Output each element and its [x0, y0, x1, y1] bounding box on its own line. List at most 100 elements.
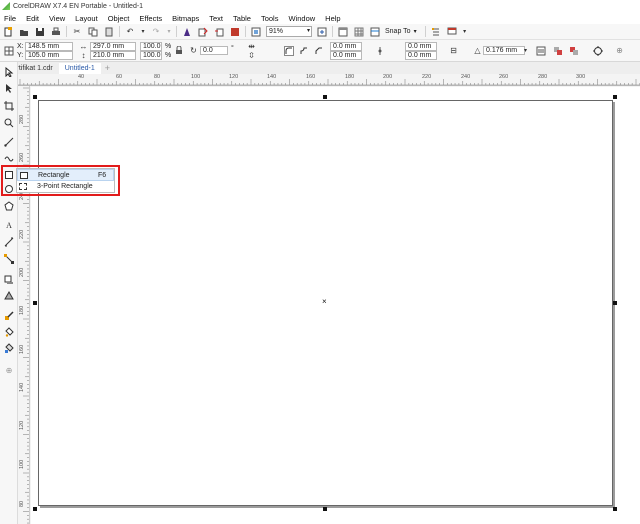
horizontal-ruler[interactable]: 40 60 80 100 120 140 160 180 200 220 240… — [18, 74, 640, 86]
connector-tool-icon[interactable] — [3, 253, 15, 265]
zoom-level-select[interactable]: 91% ▾ — [266, 26, 312, 37]
smart-fill-tool-icon[interactable] — [3, 342, 15, 354]
show-guidelines-icon[interactable] — [369, 26, 381, 38]
drop-shadow-tool-icon[interactable] — [3, 274, 15, 286]
mirror-vertical-icon[interactable]: ⇳ — [246, 50, 257, 61]
menu-effects[interactable]: Effects — [139, 14, 162, 23]
add-preset-icon[interactable]: ⊕ — [614, 45, 625, 56]
corner-link-icon[interactable] — [374, 45, 385, 56]
selection-center-marker[interactable]: × — [322, 298, 327, 306]
scale-width-field[interactable]: 100.0 — [140, 42, 162, 51]
to-front-icon[interactable] — [552, 45, 563, 56]
parallel-dimension-tool-icon[interactable] — [3, 236, 15, 248]
selection-handle-middle-left[interactable] — [33, 301, 37, 305]
full-screen-icon[interactable] — [316, 26, 328, 38]
menu-bitmaps[interactable]: Bitmaps — [172, 14, 199, 23]
selection-handle-top-left[interactable] — [33, 95, 37, 99]
freehand-tool-icon[interactable] — [3, 136, 15, 148]
corner-radius-bottom-left[interactable]: 0.0 mm — [330, 51, 362, 60]
selection-handle-top-center[interactable] — [323, 95, 327, 99]
lock-ratio-icon[interactable] — [173, 45, 184, 56]
zoom-level-value: 91% — [269, 28, 284, 35]
scale-height-field[interactable]: 100.0 — [140, 51, 162, 60]
outline-width-field[interactable]: 0.176 mm — [483, 46, 525, 55]
convert-to-curves-icon[interactable] — [592, 45, 603, 56]
paste-icon[interactable] — [103, 26, 115, 38]
corner-radius-top-right[interactable]: 0.0 mm — [405, 42, 437, 51]
transparency-tool-icon[interactable] — [3, 290, 15, 302]
to-back-icon[interactable] — [568, 45, 579, 56]
undo-icon[interactable]: ↶ — [124, 26, 136, 38]
pick-tool-icon[interactable] — [3, 66, 15, 78]
polygon-tool-icon[interactable] — [3, 200, 15, 212]
redo-icon[interactable]: ↷ — [150, 26, 162, 38]
scalloped-corner-icon[interactable] — [298, 45, 309, 56]
selection-handle-bottom-center[interactable] — [323, 507, 327, 511]
menu-tools[interactable]: Tools — [261, 14, 279, 23]
menu-object[interactable]: Object — [108, 14, 130, 23]
wrap-text-icon[interactable] — [535, 45, 546, 56]
search-content-icon[interactable] — [181, 26, 193, 38]
toolbar-separator — [245, 26, 246, 37]
window-title: CorelDRAW X7.4 EN Portable - Untitled-1 — [13, 2, 144, 10]
relative-corner-scaling-icon[interactable]: ⊟ — [448, 45, 459, 56]
width-field[interactable]: 297.0 mm — [90, 42, 136, 51]
redo-dropdown-icon[interactable]: ▾ — [166, 26, 172, 38]
crop-tool-icon[interactable] — [3, 100, 15, 112]
open-icon[interactable] — [18, 26, 30, 38]
add-tab-icon[interactable]: + — [101, 63, 114, 74]
shape-tool-icon[interactable] — [3, 82, 15, 94]
round-corner-icon[interactable] — [283, 45, 294, 56]
save-icon[interactable] — [34, 26, 46, 38]
publish-pdf-icon[interactable] — [229, 26, 241, 38]
selection-handle-bottom-right[interactable] — [613, 507, 617, 511]
undo-dropdown-icon[interactable]: ▾ — [140, 26, 146, 38]
selection-handle-middle-right[interactable] — [613, 301, 617, 305]
copy-icon[interactable] — [87, 26, 99, 38]
add-tool-icon[interactable]: ⊕ — [3, 364, 15, 376]
corner-radius-bottom-right[interactable]: 0.0 mm — [405, 51, 437, 60]
chevron-down-icon[interactable]: ▾ — [520, 45, 531, 56]
ruler-ticks — [23, 87, 29, 524]
menu-layout[interactable]: Layout — [75, 14, 98, 23]
x-position-field[interactable]: 148.5 mm — [25, 42, 73, 51]
x-position-label: X: — [17, 43, 24, 50]
zoom-tool-icon[interactable] — [3, 117, 15, 129]
chamfered-corner-icon[interactable] — [313, 45, 324, 56]
show-rulers-icon[interactable] — [337, 26, 349, 38]
application-launcher-icon[interactable] — [250, 26, 262, 38]
document-tabs: Sertifikat 1.cdr Untitled-1 + — [0, 62, 640, 74]
chevron-down-icon[interactable]: ▾ — [462, 26, 468, 38]
cut-icon[interactable]: ✂ — [71, 26, 83, 38]
rotation-field[interactable]: 0.0 — [200, 46, 228, 55]
selection-handle-bottom-left[interactable] — [33, 507, 37, 511]
print-icon[interactable] — [50, 26, 62, 38]
snap-to-dropdown[interactable]: Snap To ▾ — [385, 28, 417, 35]
page-size-icon[interactable] — [3, 45, 14, 56]
corner-radius-top-left[interactable]: 0.0 mm — [330, 42, 362, 51]
menu-window[interactable]: Window — [288, 14, 315, 23]
launch-dropdown-icon[interactable] — [446, 26, 458, 38]
selection-handle-top-right[interactable] — [613, 95, 617, 99]
vertical-ruler[interactable]: 280 260 240 220 200 180 160 140 120 100 … — [18, 86, 30, 524]
menu-table[interactable]: Table — [233, 14, 251, 23]
height-field[interactable]: 210.0 mm — [90, 51, 136, 60]
new-document-icon[interactable] — [2, 26, 14, 38]
show-grid-icon[interactable] — [353, 26, 365, 38]
highlight-box — [1, 165, 120, 196]
options-icon[interactable] — [430, 26, 442, 38]
menu-file[interactable]: File — [4, 14, 16, 23]
menu-edit[interactable]: Edit — [26, 14, 39, 23]
import-icon[interactable] — [197, 26, 209, 38]
smart-drawing-tool-icon[interactable] — [3, 152, 15, 164]
y-position-field[interactable]: 105.0 mm — [25, 51, 73, 60]
text-tool-icon[interactable]: A — [3, 219, 15, 231]
tab-untitled[interactable]: Untitled-1 — [58, 63, 101, 74]
export-icon[interactable] — [213, 26, 225, 38]
interactive-fill-tool-icon[interactable] — [3, 326, 15, 338]
color-eyedropper-tool-icon[interactable] — [3, 310, 15, 322]
chevron-down-icon: ▾ — [413, 29, 417, 35]
menu-text[interactable]: Text — [209, 14, 223, 23]
menu-view[interactable]: View — [49, 14, 65, 23]
menu-help[interactable]: Help — [325, 14, 340, 23]
